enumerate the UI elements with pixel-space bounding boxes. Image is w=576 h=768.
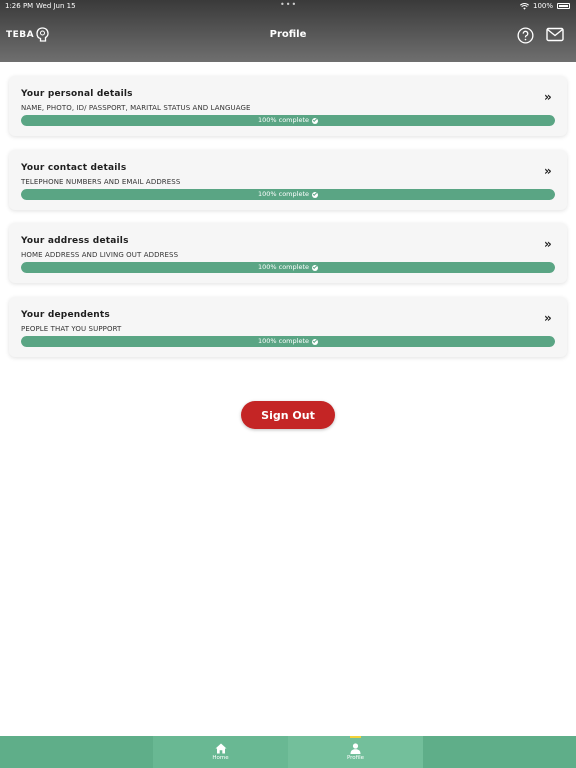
- card-title: Your dependents: [21, 310, 110, 320]
- status-date: Wed Jun 15: [36, 2, 76, 10]
- personal-details-card[interactable]: Your personal details NAME, PHOTO, ID/ P…: [9, 76, 567, 136]
- card-subtitle: PEOPLE THAT YOU SUPPORT: [21, 325, 122, 333]
- card-subtitle: HOME ADDRESS AND LIVING OUT ADDRESS: [21, 251, 179, 259]
- double-chevron-right-icon[interactable]: »: [544, 311, 552, 325]
- tab-label: Profile: [346, 755, 365, 761]
- bottom-tab-bar: Home Profile: [0, 736, 576, 768]
- status-right: 100%: [520, 0, 570, 12]
- mail-icon[interactable]: [546, 27, 564, 46]
- tab-home[interactable]: Home: [153, 736, 288, 768]
- progress-text: 100% complete: [257, 116, 309, 124]
- tab-profile[interactable]: Profile: [288, 736, 423, 768]
- status-time: 1:26 PM: [5, 2, 34, 10]
- dependents-card[interactable]: Your dependents PEOPLE THAT YOU SUPPORT …: [9, 297, 567, 357]
- card-title: Your address details: [21, 236, 129, 246]
- home-icon: [215, 743, 226, 754]
- progress-bar: 100% complete: [21, 262, 555, 273]
- progress-bar: 100% complete: [21, 115, 555, 126]
- double-chevron-right-icon[interactable]: »: [544, 90, 552, 104]
- status-bar: 1:26 PM Wed Jun 15 ••• 100%: [0, 0, 576, 12]
- check-icon: [312, 191, 318, 198]
- person-icon: [350, 743, 361, 754]
- progress-label: 100% complete: [21, 262, 555, 273]
- sign-out-button[interactable]: Sign Out: [241, 401, 335, 429]
- progress-label: 100% complete: [21, 115, 555, 126]
- card-title: Your contact details: [21, 163, 127, 173]
- card-subtitle: TELEPHONE NUMBERS AND EMAIL ADDRESS: [21, 178, 181, 186]
- contact-details-card[interactable]: Your contact details TELEPHONE NUMBERS A…: [9, 150, 567, 210]
- progress-text: 100% complete: [257, 337, 309, 345]
- check-icon: [312, 264, 318, 271]
- app-header: 1:26 PM Wed Jun 15 ••• 100% TEBA Profile: [0, 0, 576, 62]
- progress-label: 100% complete: [21, 336, 555, 347]
- progress-bar: 100% complete: [21, 336, 555, 347]
- wifi-icon: [520, 2, 529, 10]
- battery-icon: [557, 3, 570, 9]
- progress-bar: 100% complete: [21, 189, 555, 200]
- active-tab-indicator: [350, 736, 361, 738]
- card-title: Your personal details: [21, 89, 133, 99]
- address-details-card[interactable]: Your address details HOME ADDRESS AND LI…: [9, 223, 567, 283]
- progress-text: 100% complete: [257, 263, 309, 271]
- double-chevron-right-icon[interactable]: »: [544, 164, 552, 178]
- card-subtitle: NAME, PHOTO, ID/ PASSPORT, MARITAL STATU…: [21, 104, 251, 112]
- battery-percentage: 100%: [532, 2, 553, 10]
- check-icon: [312, 117, 318, 124]
- check-icon: [312, 338, 318, 345]
- tab-label: Home: [212, 755, 229, 761]
- help-icon[interactable]: [517, 27, 534, 48]
- double-chevron-right-icon[interactable]: »: [544, 237, 552, 251]
- multitasking-dots-icon[interactable]: •••: [280, 0, 297, 11]
- progress-label: 100% complete: [21, 189, 555, 200]
- progress-text: 100% complete: [257, 190, 309, 198]
- page-title: Profile: [269, 29, 307, 40]
